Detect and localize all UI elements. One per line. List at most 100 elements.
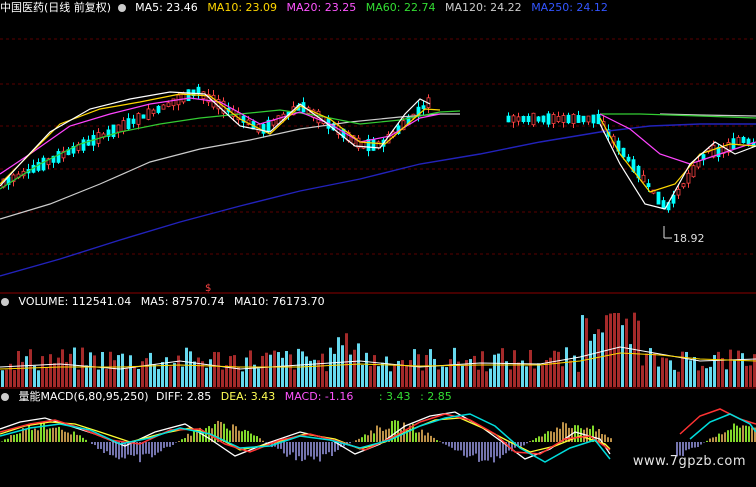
macd-bar — [373, 433, 375, 442]
macd-bar — [223, 423, 225, 442]
macd-chart[interactable] — [0, 404, 756, 487]
ma60-line — [0, 109, 461, 190]
volume-bar — [401, 360, 404, 387]
volume-header: VOLUME: 112541.04 MA5: 87570.74 MA10: 76… — [0, 295, 331, 308]
volume-bar — [645, 353, 648, 387]
volume-bar — [333, 353, 336, 387]
volume-bar — [621, 325, 624, 387]
candle — [596, 113, 601, 125]
candle — [56, 151, 61, 163]
macd-bar — [733, 423, 735, 442]
macd-bar — [301, 442, 303, 462]
macd-bar — [109, 442, 111, 455]
macd-value: MACD: -1.16 — [284, 390, 354, 403]
macd-bar — [265, 442, 267, 443]
toggle-icon[interactable] — [1, 298, 9, 306]
watermark: www.7gpzb.com — [632, 454, 746, 469]
macd-bar — [298, 442, 300, 457]
volume-bar — [77, 369, 80, 387]
candle — [641, 174, 646, 183]
macd-bar — [157, 442, 159, 453]
dea-value: DEA: 3.43 — [220, 390, 276, 403]
volume-bar — [289, 354, 292, 387]
macd-bar — [97, 442, 99, 449]
candle — [576, 115, 581, 123]
volume-bar — [229, 356, 232, 387]
macd-bar — [532, 440, 534, 442]
volume-bar — [445, 367, 448, 387]
price-header: 中国医药(日线 前复权) MA5: 23.46 MA10: 23.09 MA20… — [0, 1, 614, 14]
diff-value: DIFF: 2.85 — [156, 390, 212, 403]
candle — [661, 200, 666, 210]
volume-chart[interactable] — [0, 309, 756, 389]
macd-bar — [7, 438, 9, 442]
volume-bar — [369, 365, 372, 387]
macd-bar — [535, 438, 537, 442]
candle — [41, 157, 46, 171]
candle — [516, 116, 521, 122]
toggle-icon[interactable] — [117, 4, 126, 12]
macd-bar — [169, 442, 171, 447]
volume-bar — [177, 355, 180, 387]
volume-bar — [189, 351, 192, 387]
volume-ma10-value: MA10: 76173.70 — [233, 295, 325, 308]
macd-bar — [328, 442, 330, 453]
macd-bar — [103, 442, 105, 453]
ma5-value: MA5: 23.46 — [135, 1, 198, 14]
macd-bar — [559, 428, 561, 442]
macd-bar — [49, 428, 51, 442]
volume-bar — [205, 367, 208, 387]
macd-bar — [295, 442, 297, 461]
macd-bar — [289, 442, 291, 455]
macd-bar — [727, 430, 729, 442]
macd-bar — [160, 442, 162, 452]
macd-bar — [700, 442, 702, 445]
macd-bar — [715, 436, 717, 442]
volume-bar — [17, 350, 20, 387]
macd-bar — [454, 442, 456, 451]
volume-bar — [125, 368, 128, 387]
macd-header: 量能MACD(6,80,95,250) DIFF: 2.85 DEA: 3.43… — [0, 390, 458, 403]
volume-bar — [589, 340, 592, 387]
macd-bar — [448, 442, 450, 447]
macd-bar — [34, 428, 36, 442]
volume-bar — [101, 352, 104, 387]
volume-bar — [357, 343, 360, 387]
volume-bar — [201, 361, 204, 387]
macd-bar — [439, 441, 441, 442]
macd-bar — [493, 442, 495, 463]
volume-bar — [553, 350, 556, 387]
volume-bar — [561, 366, 564, 387]
macd-bar — [463, 442, 465, 456]
volume-bar — [441, 366, 444, 387]
macd-bar — [358, 438, 360, 442]
volume-bar — [541, 365, 544, 387]
volume-bar — [677, 371, 680, 387]
volume-bar — [705, 368, 708, 387]
macd-bar — [82, 437, 84, 442]
macd-bar — [598, 429, 600, 442]
price-chart[interactable]: 18.92 $ — [0, 14, 756, 294]
volume-bar — [393, 365, 396, 387]
macd-bar — [40, 421, 42, 442]
macd-bar — [313, 442, 315, 460]
volume-bar — [121, 353, 124, 387]
ma10-value: MA10: 23.09 — [207, 1, 278, 14]
volume-bar — [265, 352, 268, 387]
macd-bar — [73, 431, 75, 442]
volume-bar — [45, 367, 48, 387]
macd-bar — [742, 425, 744, 442]
macd-bar — [52, 427, 54, 442]
macd-bar — [184, 438, 186, 442]
volume-bar — [221, 369, 224, 387]
macd-bar — [364, 434, 366, 442]
symbol-label: 中国医药(日线 前复权) — [0, 1, 112, 14]
candle — [536, 116, 541, 122]
candle — [421, 105, 426, 110]
toggle-icon[interactable] — [1, 393, 9, 401]
volume-bar — [277, 352, 280, 387]
volume-bar — [213, 351, 216, 387]
macd-bar — [19, 433, 21, 442]
volume-bar — [657, 366, 660, 387]
macd-bar — [433, 437, 435, 442]
